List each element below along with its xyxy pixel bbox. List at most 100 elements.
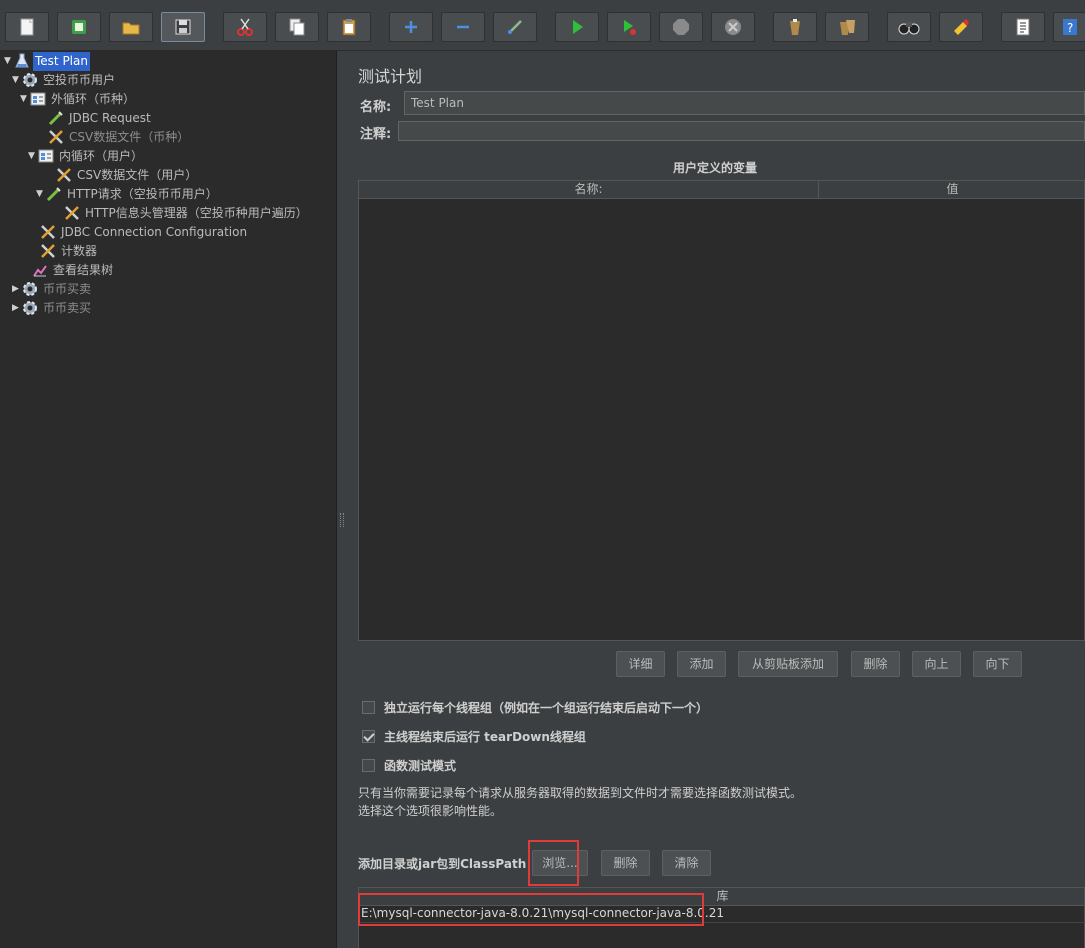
cut-icon[interactable] bbox=[223, 12, 267, 42]
expand-icon[interactable] bbox=[389, 12, 433, 42]
variables-table-header: 名称: 值 bbox=[359, 181, 1084, 199]
expand-arrow-icon[interactable]: ▼ bbox=[12, 71, 22, 90]
tree-item-label: 计数器 bbox=[61, 244, 98, 258]
variables-table[interactable]: 名称: 值 bbox=[358, 180, 1085, 641]
loop-controller-icon bbox=[30, 92, 46, 105]
save-icon[interactable] bbox=[161, 12, 205, 42]
tree-item-test-plan[interactable]: ▼ Test Plan bbox=[4, 52, 90, 71]
sampler-icon bbox=[48, 110, 63, 125]
add-from-clipboard-button[interactable]: 从剪贴板添加 bbox=[738, 651, 838, 677]
paste-icon[interactable] bbox=[327, 12, 371, 42]
toggle-icon[interactable] bbox=[493, 12, 537, 42]
tree-item-label: Test Plan bbox=[33, 52, 90, 71]
teardown-on-shutdown-label: 主线程结束后运行 tearDown线程组 bbox=[384, 730, 586, 744]
start-icon[interactable] bbox=[555, 12, 599, 42]
serialize-thread-groups-checkbox[interactable] bbox=[362, 701, 375, 714]
config-element-icon bbox=[49, 129, 63, 144]
variables-title: 用户定义的变量 bbox=[672, 161, 757, 175]
tree-item-label: CSV数据文件（用户） bbox=[77, 168, 198, 182]
comment-field[interactable] bbox=[398, 121, 1085, 141]
comment-label: 注释: bbox=[360, 127, 392, 142]
classpath-delete-button[interactable]: 删除 bbox=[601, 850, 650, 876]
tree-item-jdbc-connection[interactable]: JDBC Connection Configuration bbox=[30, 223, 249, 242]
functional-mode-note: 只有当你需要记录每个请求从服务器取得的数据到文件时才需要选择函数测试模式。 bbox=[358, 786, 803, 800]
classpath-clear-button[interactable]: 清除 bbox=[662, 850, 711, 876]
thread-group-icon bbox=[23, 300, 37, 315]
split-pane-divider[interactable] bbox=[337, 51, 345, 948]
reset-search-icon[interactable] bbox=[939, 12, 983, 42]
templates-icon[interactable] bbox=[57, 12, 101, 42]
new-icon[interactable] bbox=[5, 12, 49, 42]
grip-icon bbox=[340, 513, 344, 527]
sampler-icon bbox=[46, 186, 61, 201]
toolbar: ? bbox=[0, 0, 1085, 51]
search-icon[interactable] bbox=[887, 12, 931, 42]
clear-icon[interactable] bbox=[773, 12, 817, 42]
expand-arrow-icon[interactable]: ▼ bbox=[36, 185, 46, 204]
tree-item-inner-loop[interactable]: ▼ 内循环（用户） bbox=[28, 147, 145, 166]
copy-icon[interactable] bbox=[275, 12, 319, 42]
tree-item-label: 币币买卖 bbox=[43, 282, 92, 296]
details-button[interactable]: 详细 bbox=[616, 651, 665, 677]
config-element-icon bbox=[41, 243, 55, 258]
column-name[interactable]: 名称: bbox=[359, 181, 819, 198]
help-icon[interactable]: ? bbox=[1053, 12, 1085, 42]
name-field[interactable]: Test Plan bbox=[404, 91, 1085, 115]
performance-note: 选择这个选项很影响性能。 bbox=[358, 804, 503, 818]
tree-item-label: 币币卖买 bbox=[43, 301, 92, 315]
tree-item-label: HTTP请求（空投币币用户） bbox=[67, 187, 218, 201]
tree-item-outer-loop[interactable]: ▼ 外循环（币种） bbox=[20, 90, 137, 109]
panel-title: 测试计划 bbox=[358, 67, 423, 86]
tree-item-label: 查看结果树 bbox=[53, 263, 114, 277]
stop-icon[interactable] bbox=[659, 12, 703, 42]
config-element-icon bbox=[57, 167, 71, 182]
teardown-on-shutdown-checkbox[interactable] bbox=[362, 730, 375, 743]
function-helper-icon[interactable] bbox=[1001, 12, 1045, 42]
listener-icon bbox=[33, 264, 47, 277]
tree-item-csv-data-set[interactable]: CSV数据文件（币种） bbox=[38, 128, 191, 147]
expand-arrow-icon[interactable]: ▼ bbox=[4, 52, 14, 71]
functional-test-mode-checkbox[interactable] bbox=[362, 759, 375, 772]
start-no-pauses-icon[interactable] bbox=[607, 12, 651, 42]
move-down-button[interactable]: 向下 bbox=[973, 651, 1022, 677]
svg-text:?: ? bbox=[1067, 21, 1073, 35]
expand-arrow-icon[interactable]: ▶ bbox=[12, 280, 22, 299]
loop-controller-icon bbox=[38, 149, 54, 162]
tree-item-label: HTTP信息头管理器（空投币种用户遍历） bbox=[85, 206, 308, 220]
tree-item-label: JDBC Request bbox=[69, 111, 151, 125]
config-element-icon bbox=[65, 205, 79, 220]
open-icon[interactable] bbox=[109, 12, 153, 42]
name-label: 名称: bbox=[360, 100, 392, 115]
tree-item-jdbc-request[interactable]: JDBC Request bbox=[38, 109, 153, 128]
add-button[interactable]: 添加 bbox=[677, 651, 726, 677]
tree-item-thread-group[interactable]: ▼ 空投币币用户 bbox=[12, 71, 117, 90]
thread-group-icon bbox=[23, 281, 37, 296]
tree-item-http-request[interactable]: ▼ HTTP请求（空投币币用户） bbox=[36, 185, 220, 204]
config-element-icon bbox=[41, 224, 55, 239]
tree-item-label: 空投币币用户 bbox=[43, 73, 116, 87]
expand-arrow-icon[interactable]: ▼ bbox=[28, 147, 38, 166]
tree-item-thread-group-3[interactable]: ▶ 币币卖买 bbox=[12, 299, 93, 318]
collapse-icon[interactable] bbox=[441, 12, 485, 42]
tree-item-label: 外循环（币种） bbox=[51, 92, 136, 106]
test-plan-icon bbox=[15, 53, 29, 67]
serialize-thread-groups-label: 独立运行每个线程组（例如在一个组运行结束后启动下一个） bbox=[384, 701, 709, 715]
tree-item-label: JDBC Connection Configuration bbox=[61, 225, 248, 239]
test-plan-tree: ▼ Test Plan ▼ 空投币币用户 ▼ 外循环（币种） JDBC Request… bbox=[0, 51, 337, 948]
expand-arrow-icon[interactable]: ▶ bbox=[12, 299, 22, 318]
tree-item-header-manager[interactable]: HTTP信息头管理器（空投币种用户遍历） bbox=[54, 204, 310, 223]
delete-button[interactable]: 删除 bbox=[851, 651, 900, 677]
tree-item-results-tree[interactable]: 查看结果树 bbox=[22, 261, 115, 280]
shutdown-icon[interactable] bbox=[711, 12, 755, 42]
browse-highlight bbox=[528, 840, 579, 886]
classpath-label: 添加目录或jar包到ClassPath bbox=[358, 857, 527, 871]
library-highlight bbox=[358, 893, 704, 926]
tree-item-csv-data-set-user[interactable]: CSV数据文件（用户） bbox=[46, 166, 199, 185]
clear-all-icon[interactable] bbox=[825, 12, 869, 42]
tree-item-counter[interactable]: 计数器 bbox=[30, 242, 99, 261]
tree-item-label: 内循环（用户） bbox=[59, 149, 144, 163]
column-value[interactable]: 值 bbox=[819, 181, 1085, 198]
tree-item-thread-group-2[interactable]: ▶ 币币买卖 bbox=[12, 280, 93, 299]
move-up-button[interactable]: 向上 bbox=[912, 651, 961, 677]
expand-arrow-icon[interactable]: ▼ bbox=[20, 90, 30, 109]
